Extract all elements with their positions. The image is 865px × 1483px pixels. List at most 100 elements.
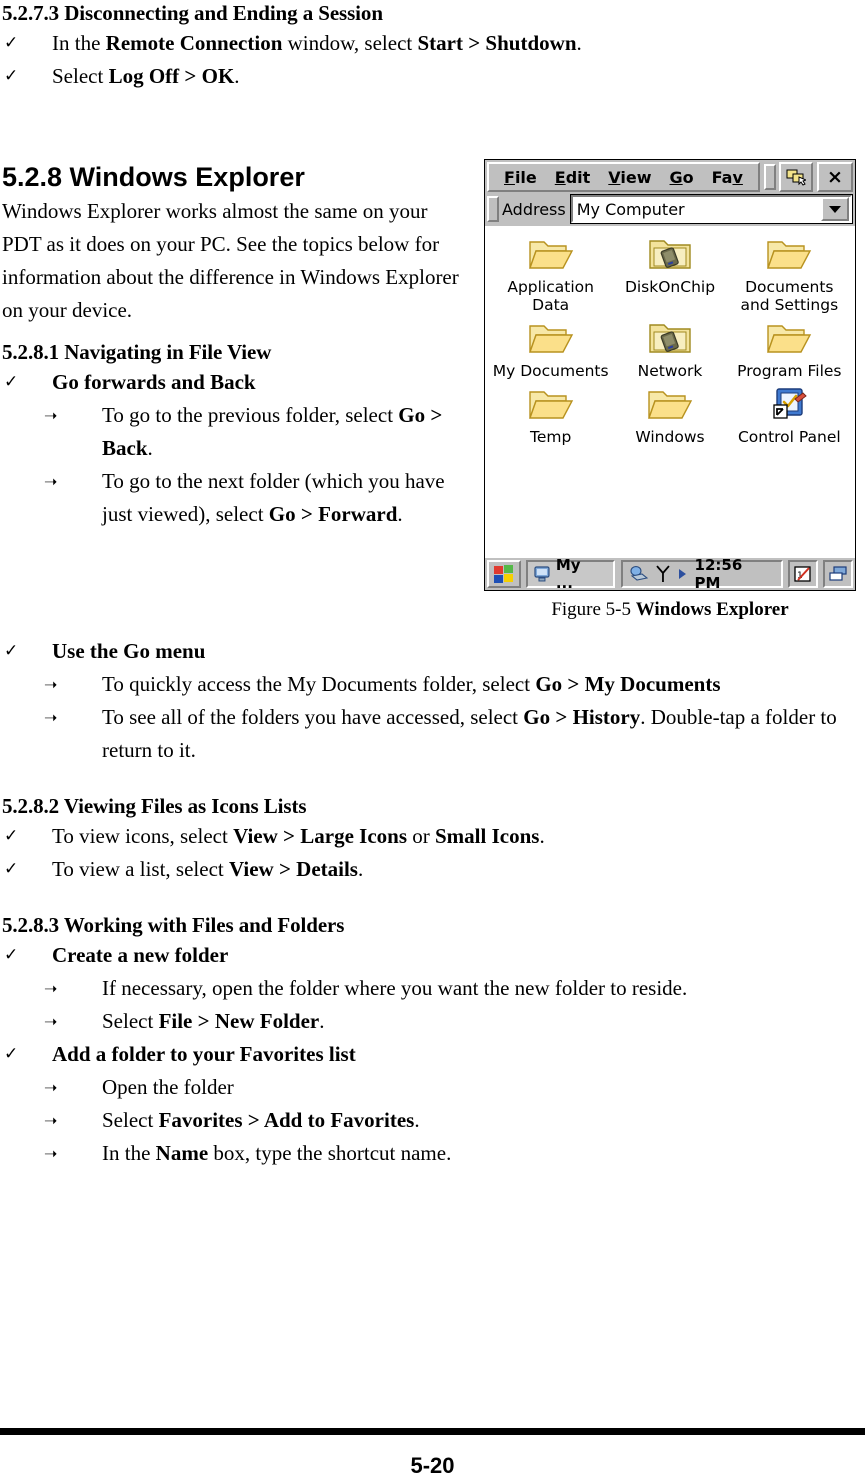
explorer-menubar: File Edit View Go Fav × — [485, 160, 855, 194]
list-item-text: Select File > New Folder. — [102, 1005, 863, 1038]
section-paragraph: Windows Explorer works almost the same o… — [2, 199, 459, 322]
list-item-text: To go to the next folder (which you have… — [102, 465, 472, 531]
text-fragment: In the — [102, 1141, 156, 1165]
list-item-text: In the Name box, type the shortcut name. — [102, 1137, 863, 1170]
taskbar-task-label: My ... — [555, 556, 581, 592]
antenna-icon[interactable] — [655, 565, 671, 583]
arrow-bullet-icon: ➝ — [44, 979, 58, 998]
windows-explorer-screenshot: File Edit View Go Fav × Address My Compu… — [484, 159, 856, 592]
play-arrow-icon — [678, 569, 686, 579]
list-item: ➝ To see all of the folders you have acc… — [2, 701, 863, 767]
text-fragment: Select — [52, 64, 109, 88]
file-icon-temp[interactable]: Temp — [491, 384, 610, 446]
menu-label: o — [682, 167, 694, 187]
input-panel-button[interactable]: 1 — [788, 560, 819, 588]
left-text-column: 5.2.8 Windows Explorer Windows Explorer … — [2, 159, 472, 531]
section-with-figure: 5.2.8 Windows Explorer Windows Explorer … — [2, 159, 863, 623]
arrow-bullet-icon: ➝ — [44, 472, 58, 491]
vertical-spacer — [2, 133, 863, 159]
text-emphasis: Use the Go menu — [52, 639, 206, 663]
checkmark-icon: ✓ — [4, 33, 19, 53]
address-input[interactable]: My Computer — [569, 194, 854, 224]
file-icon-network[interactable]: Network — [610, 318, 729, 380]
section-heading-5-2-8-1: 5.2.8.1 Navigating in File View — [2, 340, 272, 364]
file-icon-label: Temp — [530, 428, 572, 446]
menu-item-file[interactable]: File — [495, 168, 546, 187]
menu-item-go[interactable]: Go — [661, 168, 703, 187]
vertical-spacer — [2, 767, 863, 793]
menu-accel: F — [504, 167, 515, 187]
section-heading-5-2-7-3: 5.2.7.3 Disconnecting and Ending a Sessi… — [2, 1, 383, 25]
menu-item-favorites[interactable]: Fav — [703, 168, 752, 187]
list-item: ✓ In the Remote Connection window, selec… — [2, 27, 863, 60]
text-fragment: Select — [102, 1009, 159, 1033]
text-fragment: . — [397, 502, 403, 526]
text-fragment: To go to the previous folder, select — [102, 403, 399, 427]
folder-open-icon — [767, 241, 812, 269]
menu-label: ile — [514, 167, 537, 187]
menu-label: iew — [620, 167, 652, 187]
file-icon-documents-and-settings[interactable]: Documents and Settings — [730, 234, 849, 314]
document-page: 5.2.7.3 Disconnecting and Ending a Sessi… — [0, 0, 865, 1483]
cascade-windows-icon — [786, 169, 806, 186]
arrow-bullet-icon: ➝ — [44, 1078, 58, 1097]
file-icon-control-panel[interactable]: Control Panel — [730, 384, 849, 446]
vertical-spacer — [2, 93, 863, 133]
toolbar-grip-handle[interactable] — [764, 164, 776, 190]
file-icon-label: Windows — [635, 428, 705, 446]
cascade-windows-icon — [829, 566, 847, 581]
close-button[interactable]: × — [817, 162, 853, 192]
chevron-down-icon — [829, 205, 841, 213]
text-fragment: . — [319, 1009, 325, 1033]
text-emphasis: View > Large Icons — [233, 824, 407, 848]
text-fragment: or — [407, 824, 435, 848]
taskbar-clock[interactable]: 12:56 PM — [693, 556, 776, 592]
file-icon-program-files[interactable]: Program Files — [730, 318, 849, 380]
list-item: ➝ To go to the next folder (which you ha… — [2, 465, 472, 531]
text-fragment: In the — [52, 31, 106, 55]
file-icon-my-documents[interactable]: My Documents — [491, 318, 610, 380]
taskbar-task-button[interactable]: My ... — [525, 556, 615, 592]
text-emphasis: Name — [155, 1141, 209, 1165]
text-fragment: Select — [102, 1108, 159, 1132]
text-fragment: To view a list, select — [52, 857, 229, 881]
list-item: ✓ Select Log Off > OK. — [2, 60, 863, 93]
menu-accel: G — [669, 167, 683, 187]
file-icon-application-data[interactable]: Application Data — [491, 234, 610, 314]
menu-item-view[interactable]: View — [599, 168, 660, 187]
text-fragment: To see all of the folders you have acces… — [102, 705, 524, 729]
text-emphasis: Go forwards and Back — [52, 370, 256, 394]
checkmark-icon: ✓ — [4, 826, 19, 846]
list-item-text: Create a new folder — [52, 939, 863, 972]
section-heading-5-2-8-3: 5.2.8.3 Working with Files and Folders — [2, 913, 345, 937]
folder-open-icon — [767, 325, 812, 353]
text-emphasis: Go > History — [523, 705, 641, 729]
file-icon-label: Network — [637, 362, 703, 380]
start-button[interactable] — [487, 560, 521, 588]
list-item-text: Select Favorites > Add to Favorites. — [102, 1104, 863, 1137]
text-emphasis: Go > Forward — [268, 502, 398, 526]
list-item-text: Open the folder — [102, 1071, 863, 1104]
text-emphasis: Small Icons — [435, 824, 540, 848]
keyboard-pen-icon: 1 — [794, 566, 811, 582]
network-connection-icon[interactable] — [629, 565, 649, 583]
file-icon-diskonchip[interactable]: DiskOnChip — [610, 234, 729, 314]
file-icon-label: Program Files — [737, 362, 842, 380]
text-fragment: . — [357, 857, 364, 881]
text-fragment: To view icons, select — [52, 824, 234, 848]
address-dropdown-button[interactable] — [821, 197, 849, 221]
desktop-toggle-button[interactable] — [823, 560, 853, 588]
list-item: ✓ To view a list, select View > Details. — [2, 853, 863, 886]
menu-item-edit[interactable]: Edit — [546, 168, 600, 187]
file-icon-windows[interactable]: Windows — [610, 384, 729, 446]
list-item: ➝ To quickly access the My Documents fol… — [2, 668, 863, 701]
checkmark-icon: ✓ — [4, 859, 19, 879]
text-fragment: . — [539, 824, 545, 848]
list-item-text: Add a folder to your Favorites list — [52, 1038, 863, 1071]
list-item: ✓ To view icons, select View > Large Ico… — [2, 820, 863, 853]
address-grip-handle[interactable] — [487, 196, 499, 222]
arrow-bullet-icon: ➝ — [44, 1144, 58, 1163]
control-panel-shortcut-icon — [773, 388, 808, 419]
folder-open-icon — [647, 391, 693, 419]
view-toggle-icon[interactable] — [779, 162, 813, 192]
